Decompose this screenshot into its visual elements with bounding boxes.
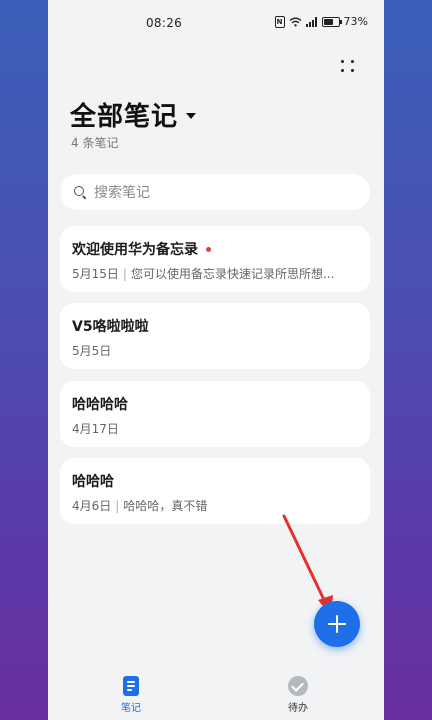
notes-icon (123, 676, 139, 696)
phone-screen: 08:26 N 73% 全部笔记 4 条笔记 搜索笔记 欢迎使用华为备忘录 5月… (48, 0, 384, 720)
add-note-button[interactable] (314, 601, 360, 647)
bottom-nav: 笔记 待办 (48, 668, 384, 720)
tab-todo[interactable]: 待办 (268, 676, 328, 714)
tab-todo-label: 待办 (288, 703, 308, 714)
tab-notes-label: 笔记 (121, 703, 141, 714)
check-circle-icon (288, 676, 308, 696)
tab-notes[interactable]: 笔记 (101, 676, 161, 714)
